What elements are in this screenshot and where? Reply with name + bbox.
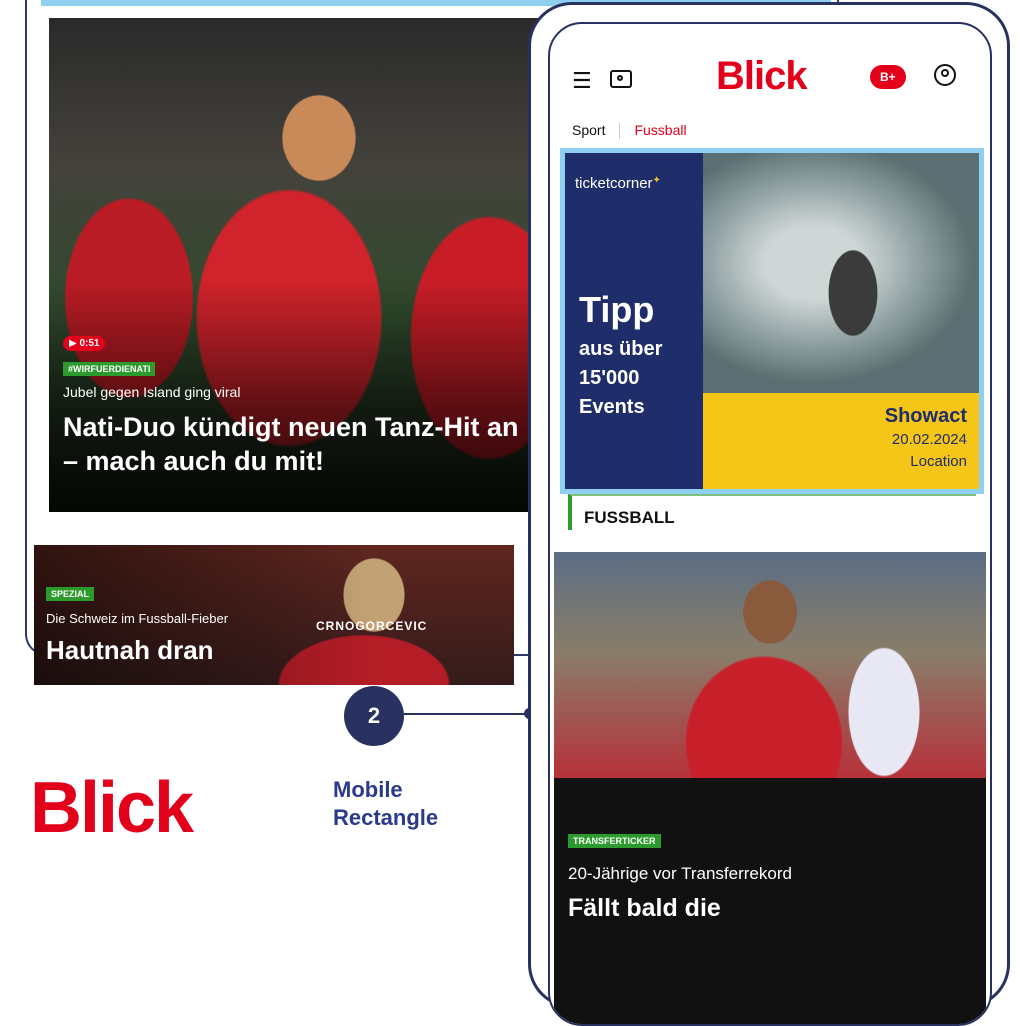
ad-subline-1: aus über [579, 338, 663, 360]
step-number-badge: 2 [344, 686, 404, 746]
hamburger-icon[interactable]: ☰ [572, 68, 592, 94]
ad-location: Location [910, 453, 967, 470]
hero-title[interactable]: Nati-Duo kündigt neuen Tanz-Hit an – mac… [63, 410, 533, 478]
video-duration-badge: ▶ 0:51 [63, 336, 106, 351]
breadcrumb-sport[interactable]: Sport [572, 122, 605, 138]
bplus-button[interactable]: B+ [870, 65, 906, 89]
section-header: FUSSBALL [568, 494, 976, 530]
ad-date: 20.02.2024 [891, 431, 967, 448]
breadcrumb-separator [619, 123, 621, 140]
connector-line [404, 713, 528, 715]
breadcrumb: Sport Fussball [572, 122, 687, 140]
jersey-name: CRNOGORCEVIC [316, 619, 428, 633]
mobile-rectangle-ad[interactable]: ticketcorner✦ Tipp aus über 15'000 Event… [560, 148, 984, 494]
user-icon[interactable] [934, 64, 956, 86]
format-label-line1: Mobile [333, 777, 403, 802]
ad-brand-logo: ticketcorner✦ [575, 175, 661, 192]
ad-showact: Showact [884, 405, 967, 427]
teaser-kicker: Die Schweiz im Fussball-Fieber [46, 611, 229, 626]
blick-logo: Blick [30, 768, 194, 848]
ad-headline: Tipp [579, 289, 655, 330]
section-title: FUSSBALL [584, 508, 675, 527]
ad-event-panel: Showact 20.02.2024 Location [703, 393, 979, 489]
mobile-screen: ☰ Blick B+ Sport Fussball ticketcorner✦ T… [548, 22, 992, 1026]
ad-subline-3: Events [579, 396, 645, 418]
hero-teaser[interactable]: ▶ 0:51 #WIRFUERDIENATI Jubel gegen Islan… [49, 18, 539, 512]
hero-kicker: Jubel gegen Island ging viral [63, 384, 241, 400]
ad-subline: aus über 15'000 Events [579, 335, 662, 422]
hero-tag: #WIRFUERDIENATI [63, 362, 156, 376]
teaser-title[interactable]: Hautnah dran [46, 635, 214, 666]
second-teaser[interactable]: CRNOGORCEVIC SPEZIAL Die Schweiz im Fuss… [34, 545, 514, 685]
star-icon: ✦ [652, 175, 661, 186]
mobile-blick-logo[interactable]: Blick [716, 54, 808, 99]
teaser-tag: SPEZIAL [46, 587, 95, 601]
breadcrumb-fussball[interactable]: Fussball [634, 122, 686, 138]
story-tag: TRANSFERTICKER [568, 834, 661, 848]
ad-subline-2: 15'000 [579, 367, 640, 389]
camera-icon[interactable] [610, 70, 632, 88]
story-image[interactable] [554, 552, 986, 778]
format-label-line2: Rectangle [333, 805, 439, 830]
story-title[interactable]: Fällt bald die [568, 894, 721, 923]
format-label: Mobile Rectangle [333, 776, 438, 832]
ad-left-panel: ticketcorner✦ Tipp aus über 15'000 Event… [565, 153, 703, 489]
ad-photo [703, 153, 979, 393]
story-kicker: 20-Jährige vor Transferrekord [568, 864, 792, 883]
mobile-header: ☰ Blick B+ [550, 54, 990, 104]
